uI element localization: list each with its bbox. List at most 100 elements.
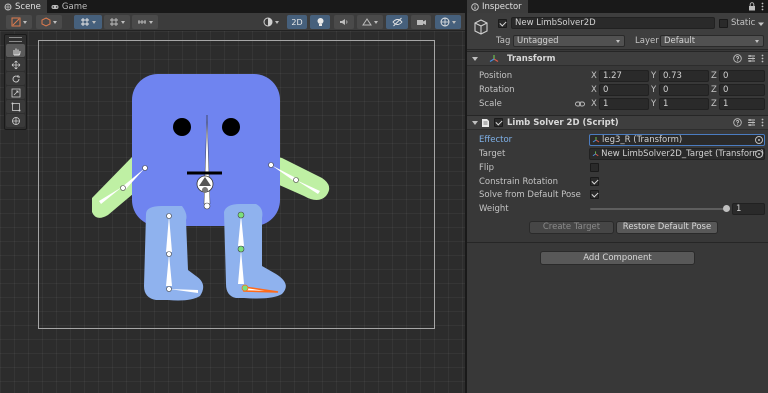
component-menu-icon[interactable] [761, 118, 764, 127]
right-ankle-joint[interactable] [241, 284, 249, 292]
help-icon[interactable] [733, 118, 742, 127]
presets-icon[interactable] [747, 118, 756, 127]
weight-slider-track[interactable] [590, 208, 727, 210]
rotation-y-field[interactable]: 0 [659, 84, 709, 96]
effector-field[interactable]: leg3_R (Transform) [589, 134, 765, 146]
static-dropdown-icon[interactable] [758, 21, 764, 27]
weight-label: Weight [479, 204, 509, 214]
gameobject-name-field[interactable]: New LimbSolver2D [511, 17, 715, 29]
transform-foldout-arrow[interactable] [472, 57, 478, 61]
draw-mode-dropdown[interactable] [6, 15, 32, 29]
gizmos-globe-icon [440, 17, 450, 27]
layer-label: Layer [635, 36, 659, 46]
scale-x-field[interactable]: 1 [599, 98, 649, 110]
component-menu-icon[interactable] [761, 54, 764, 63]
position-y-axis-label[interactable]: Y [651, 71, 656, 81]
layer-dropdown[interactable]: Default [660, 35, 764, 47]
restore-default-pose-button[interactable]: Restore Default Pose [616, 221, 718, 234]
lighting-toggle[interactable] [310, 15, 330, 29]
transform-header[interactable]: Transform [467, 51, 768, 66]
position-label: Position [479, 71, 513, 81]
right-leg-sprite[interactable] [224, 204, 286, 299]
audio-toggle[interactable] [334, 15, 354, 29]
inspector-panel: Inspector New LimbSolver2D Static Tag Un… [465, 0, 768, 393]
limb-solver-header[interactable]: Limb Solver 2D (Script) [467, 115, 768, 130]
target-field[interactable]: New LimbSolver2D_Target (Transform) [589, 148, 765, 160]
position-z-axis-label[interactable]: Z [711, 71, 717, 81]
transform-ref-icon [592, 137, 600, 143]
transform-tool-button[interactable] [6, 114, 25, 127]
tag-dropdown[interactable]: Untagged [513, 35, 625, 47]
2d-mode-toggle[interactable]: 2D [287, 15, 307, 29]
position-z-field[interactable]: 0 [719, 70, 765, 82]
add-component-button[interactable]: Add Component [540, 251, 695, 265]
inspector-tabbar: Inspector [467, 0, 768, 13]
lock-icon[interactable] [748, 2, 756, 11]
tab-game[interactable]: Game [47, 0, 93, 13]
scale-x-axis-label[interactable]: X [591, 99, 597, 109]
position-x-axis-label[interactable]: X [591, 71, 597, 81]
gameobject-active-checkbox[interactable] [498, 19, 507, 28]
target-object-picker[interactable] [755, 150, 763, 158]
effector-object-picker[interactable] [755, 136, 763, 144]
weight-value-field[interactable]: 1 [732, 203, 765, 215]
scene-visibility-toggle[interactable] [386, 15, 408, 29]
rotation-y-axis-label[interactable]: Y [651, 85, 656, 95]
rotation-z-axis-label[interactable]: Z [711, 85, 717, 95]
right-hip-joint[interactable] [237, 211, 245, 219]
effects-icon [362, 18, 372, 26]
game-controller-icon [51, 4, 59, 9]
character-sprite[interactable] [0, 31, 465, 393]
scale-label: Scale [479, 99, 502, 109]
weight-slider-thumb[interactable] [723, 205, 730, 212]
hand-tool-button[interactable] [6, 44, 25, 57]
position-x-field[interactable]: 1.27 [599, 70, 649, 82]
limb-solver-foldout-arrow[interactable] [472, 121, 478, 125]
limb-solver-enabled-checkbox[interactable] [494, 118, 503, 127]
move-tool-button[interactable] [6, 58, 25, 71]
effector-label: Effector [479, 135, 513, 145]
palette-grip[interactable] [9, 37, 22, 42]
tab-inspector[interactable]: Inspector [467, 0, 528, 13]
more-options-icon[interactable] [761, 2, 764, 11]
presets-icon[interactable] [747, 54, 756, 63]
scene-toolbar: 2D [0, 13, 465, 31]
light-bulb-icon [317, 18, 323, 26]
scale-y-axis-label[interactable]: Y [651, 99, 656, 109]
scale-z-field[interactable]: 1 [719, 98, 765, 110]
increment-snap-dropdown[interactable] [132, 15, 158, 29]
constrain-rotation-checkbox[interactable] [590, 177, 599, 186]
right-knee-joint[interactable] [237, 245, 245, 253]
static-checkbox[interactable] [719, 19, 728, 28]
rotation-x-field[interactable]: 0 [599, 84, 649, 96]
snap-increment-dropdown[interactable] [104, 15, 130, 29]
flip-checkbox[interactable] [590, 163, 599, 172]
effects-dropdown[interactable] [357, 15, 383, 29]
rotate-tool-button[interactable] [6, 72, 25, 85]
scale-tool-button[interactable] [6, 86, 25, 99]
grid-icon [81, 18, 89, 26]
rect-tool-button[interactable] [6, 100, 25, 113]
help-icon[interactable] [733, 54, 742, 63]
tab-scene[interactable]: Scene [0, 0, 47, 13]
solve-default-pose-checkbox[interactable] [590, 190, 599, 199]
transform-icon [11, 116, 20, 125]
left-eye [173, 118, 191, 136]
link-icon[interactable] [575, 100, 585, 108]
shading-mode-dropdown[interactable] [258, 15, 284, 29]
rotation-x-axis-label[interactable]: X [591, 85, 597, 95]
right-eye [222, 118, 240, 136]
position-y-field[interactable]: 0.73 [659, 70, 709, 82]
tool-palette [4, 34, 27, 130]
tab-game-label: Game [61, 1, 88, 12]
gizmos-dropdown[interactable] [435, 15, 461, 29]
rotation-z-field[interactable]: 0 [719, 84, 765, 96]
transform-icon [489, 55, 499, 63]
orientation-dropdown[interactable] [36, 15, 62, 29]
camera-dropdown[interactable] [411, 15, 431, 29]
tag-label: Tag [496, 36, 511, 46]
scale-y-field[interactable]: 1 [659, 98, 709, 110]
grid-snap-dropdown[interactable] [74, 15, 102, 29]
create-target-button[interactable]: Create Target [529, 221, 614, 234]
scale-z-axis-label[interactable]: Z [711, 99, 717, 109]
